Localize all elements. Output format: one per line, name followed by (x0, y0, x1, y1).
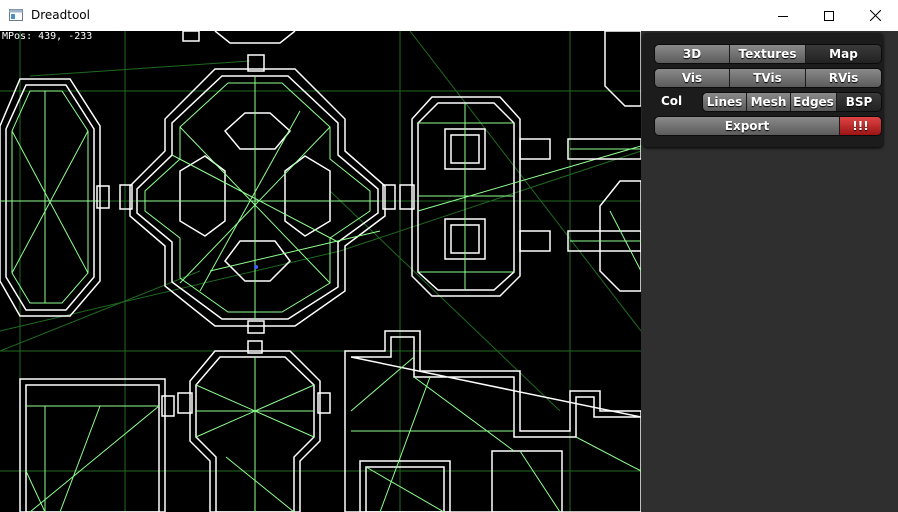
btn-mesh[interactable]: Mesh (747, 93, 791, 111)
btn-textures[interactable]: Textures (730, 45, 806, 63)
sidebar: 3D Textures Map Vis TVis RVis Col Lines … (641, 31, 898, 512)
btn-edges[interactable]: Edges (791, 93, 837, 111)
btn-map[interactable]: Map (806, 45, 881, 63)
title-bar: Dreadtool (0, 0, 898, 32)
minimize-icon (778, 15, 788, 17)
danger-button[interactable]: !!! (840, 117, 881, 135)
close-button[interactable] (852, 0, 898, 31)
tool-panel: 3D Textures Map Vis TVis RVis Col Lines … (643, 33, 883, 147)
btn-vis[interactable]: Vis (655, 69, 730, 87)
btn-bsp[interactable]: BSP (837, 93, 881, 111)
map-viewport[interactable]: MPos: 439, -233 (0, 31, 641, 512)
mouse-position-readout: MPos: 439, -233 (2, 31, 93, 42)
maximize-icon (824, 10, 834, 21)
vis-mode-group: Vis TVis RVis (654, 68, 882, 88)
maximize-button[interactable] (806, 0, 852, 31)
window-title: Dreadtool (31, 8, 90, 22)
btn-rvis[interactable]: RVis (806, 69, 881, 87)
collision-mode-group: Lines Mesh Edges BSP (702, 92, 882, 112)
btn-3d[interactable]: 3D (655, 45, 730, 63)
btn-lines[interactable]: Lines (703, 93, 747, 111)
export-group: Export !!! (654, 116, 882, 136)
btn-tvis[interactable]: TVis (730, 69, 806, 87)
map-wireframe (0, 31, 641, 512)
minimize-button[interactable] (760, 0, 806, 31)
export-button[interactable]: Export (655, 117, 840, 135)
col-label: Col (661, 94, 683, 108)
app-icon (9, 9, 23, 21)
view-mode-group: 3D Textures Map (654, 44, 882, 64)
close-icon (869, 10, 881, 21)
